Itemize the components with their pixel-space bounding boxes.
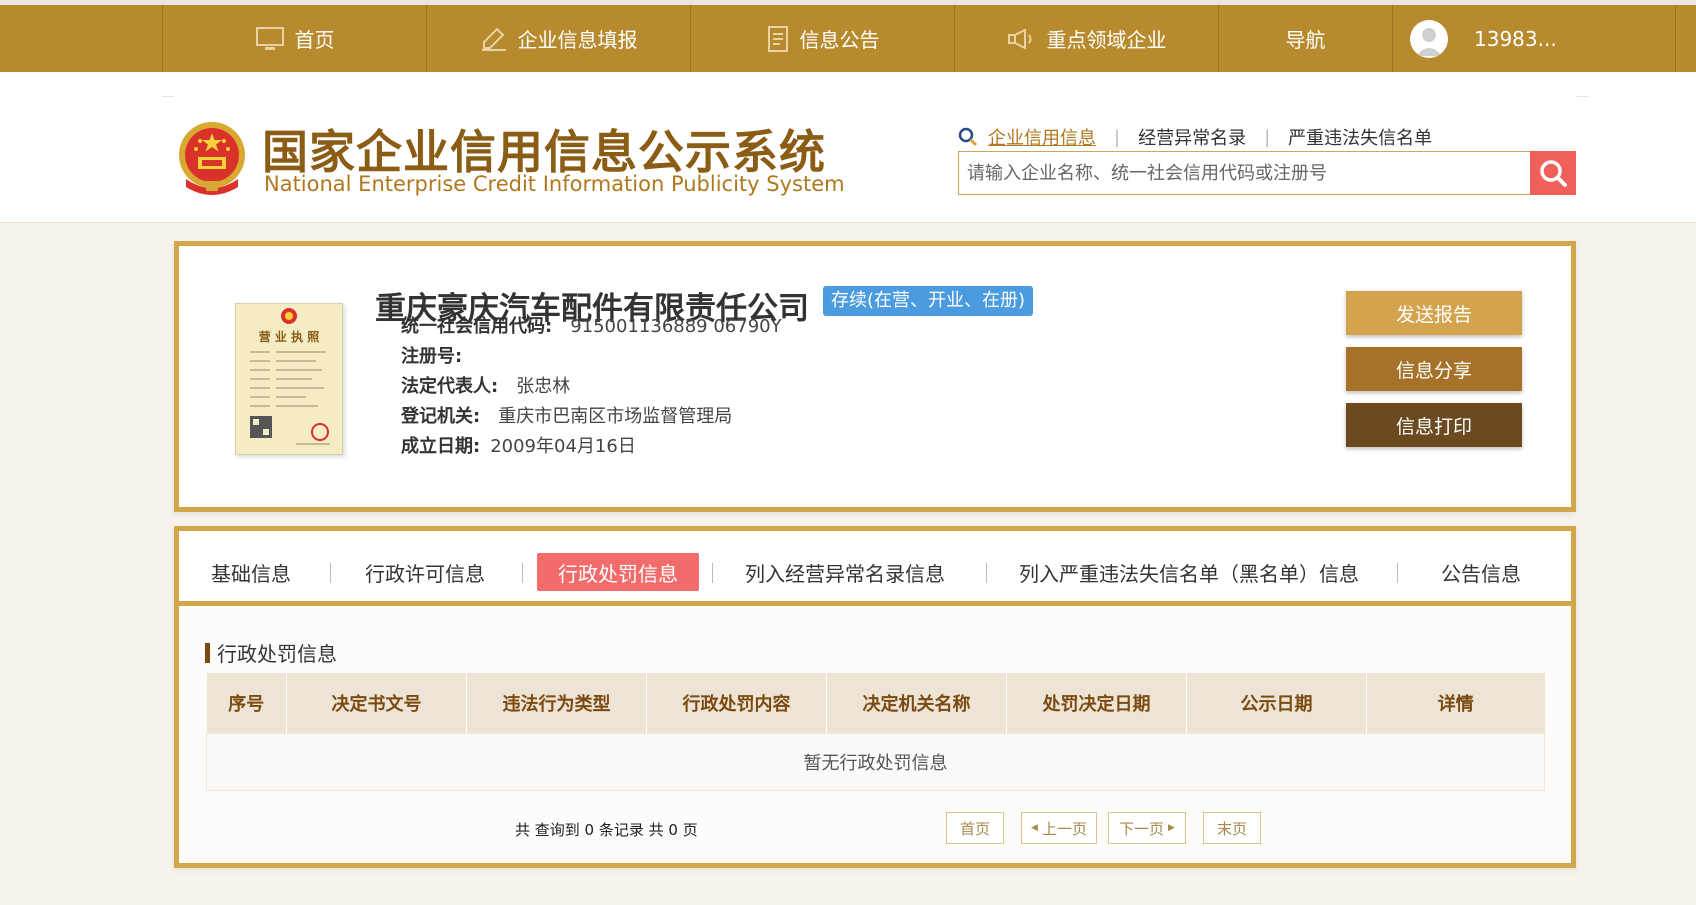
search-button[interactable] [1530,151,1576,195]
link-abnormal-list[interactable]: 经营异常名录 [1138,124,1246,150]
info-value: 张忠林 [516,376,571,397]
detail-panel: 基础信息 行政许可信息 行政处罚信息 列入经营异常名录信息 列入严重违法失信名单… [174,526,1576,868]
monitor-icon [255,26,285,52]
pager-next-label: 下一页 [1119,819,1165,838]
tab-blacklist[interactable]: 列入严重违法失信名单（黑名单）信息 [1015,553,1363,591]
nav-item-navigation[interactable]: 导航 [1218,5,1392,72]
company-card: 营 业 执 照 重庆豪庆汽车配件有限责任公司 存续(在营、开业、在册) 统一社会… [174,241,1576,512]
site-header: 国家企业信用信息公示系统 National Enterprise Credit … [0,72,1696,223]
section-title: 行政处罚信息 [205,638,337,667]
search-input[interactable] [959,152,1529,194]
license-title: 营 业 执 照 [258,330,320,344]
divider [162,96,174,97]
link-enterprise-credit[interactable]: 企业信用信息 [988,124,1096,150]
tab-separator [1397,563,1398,583]
info-row-established-date: 成立日期: 2009年04月16日 [401,432,636,458]
info-row-reg-authority: 登记机关: 重庆市巴南区市场监督管理局 [401,402,732,428]
column-header: 详情 [1366,673,1545,734]
info-key: 统一社会信用代码: [401,316,553,337]
empty-message: 暂无行政处罚信息 [206,733,1545,791]
info-key: 注册号: [401,346,463,367]
tab-separator [330,563,331,583]
tab-basic-info[interactable]: 基础信息 [203,553,299,591]
column-header: 序号 [206,673,287,734]
link-serious-violation-list[interactable]: 严重违法失信名单 [1288,124,1432,150]
table-row: 暂无行政处罚信息 [206,733,1545,791]
edit-icon [480,26,508,52]
column-header: 违法行为类型 [466,673,647,734]
tab-admin-penalty[interactable]: 行政处罚信息 [537,553,699,591]
info-key: 登记机关: [401,406,481,427]
tab-abnormal-operation[interactable]: 列入经营异常名录信息 [739,553,951,591]
column-header: 决定书文号 [286,673,467,734]
divider [1576,96,1588,97]
nav-item-label: 首页 [294,28,335,52]
national-emblem-icon [176,119,248,203]
tab-bar: 基础信息 行政许可信息 行政处罚信息 列入经营异常名录信息 列入严重违法失信名单… [179,531,1571,606]
chevron-right-icon: ▶ [1168,823,1175,833]
pager-summary: 共 查询到 0 条记录 共 0 页 [515,821,698,839]
pager-prev-button[interactable]: ◀ 上一页 [1021,812,1097,844]
info-row-legal-rep: 法定代表人: 张忠林 [401,372,570,398]
info-value: 重庆市巴南区市场监督管理局 [498,406,733,427]
nav-item-announcements[interactable]: 信息公告 [690,5,954,72]
nav-item-label: 导航 [1285,28,1326,52]
nav-item-home[interactable]: 首页 [162,5,426,72]
tab-separator [712,563,713,583]
quick-links: 企业信用信息 | 经营异常名录 | 严重违法失信名单 [958,124,1432,150]
tab-announcements[interactable]: 公告信息 [1435,553,1527,591]
tab-separator [522,563,523,583]
column-header: 公示日期 [1186,673,1367,734]
document-icon [766,25,790,53]
pager-next-button[interactable]: 下一页 ▶ [1108,812,1186,844]
tab-separator [986,563,987,583]
nav-item-fill-report[interactable]: 企业信息填报 [426,5,690,72]
nav-item-key-enterprises[interactable]: 重点领域企业 [954,5,1218,72]
pager-first-button[interactable]: 首页 [946,812,1004,844]
info-row-credit-code: 统一社会信用代码: 915001136889 06790Y [401,312,782,338]
search-icon [1538,158,1568,188]
search-icon [958,127,978,147]
pager-prev-label: 上一页 [1041,819,1087,838]
link-separator: | [1264,126,1271,148]
print-info-button[interactable]: 信息打印 [1346,403,1522,447]
title-marker [205,642,210,663]
info-row-reg-number: 注册号: [401,342,480,368]
info-value: 915001136889 06790Y [570,316,782,337]
info-key: 成立日期: [401,436,481,457]
table-header-row: 序号 决定书文号 违法行为类型 行政处罚内容 决定机关名称 处罚决定日期 公示日… [206,673,1545,734]
business-license-image[interactable]: 营 业 执 照 [235,303,343,455]
avatar [1410,19,1448,58]
section-title-text: 行政处罚信息 [217,642,337,666]
column-header: 决定机关名称 [826,673,1007,734]
search-box [958,151,1576,195]
pager-last-button[interactable]: 末页 [1203,812,1261,844]
top-nav: 首页 企业信息填报 信息公告 重点领域企业 导航 13983... [0,0,1696,72]
tab-admin-license[interactable]: 行政许可信息 [359,553,491,591]
penalty-table: 序号 决定书文号 违法行为类型 行政处罚内容 决定机关名称 处罚决定日期 公示日… [206,673,1545,791]
share-info-button[interactable]: 信息分享 [1346,347,1522,391]
send-report-button[interactable]: 发送报告 [1346,291,1522,335]
nav-item-label: 企业信息填报 [517,28,638,52]
user-menu[interactable]: 13983... [1392,5,1676,72]
megaphone-icon [1007,27,1037,51]
status-badge: 存续(在营、开业、在册) [823,286,1034,316]
column-header: 行政处罚内容 [646,673,827,734]
user-phone: 13983... [1474,26,1557,51]
nav-item-label: 重点领域企业 [1046,28,1167,52]
brand-title-en: National Enterprise Credit Information P… [264,172,845,196]
info-key: 法定代表人: [401,376,499,397]
chevron-left-icon: ◀ [1031,823,1038,833]
link-separator: | [1114,126,1121,148]
nav-item-label: 信息公告 [799,28,880,52]
column-header: 处罚决定日期 [1006,673,1187,734]
info-value: 2009年04月16日 [490,436,636,457]
